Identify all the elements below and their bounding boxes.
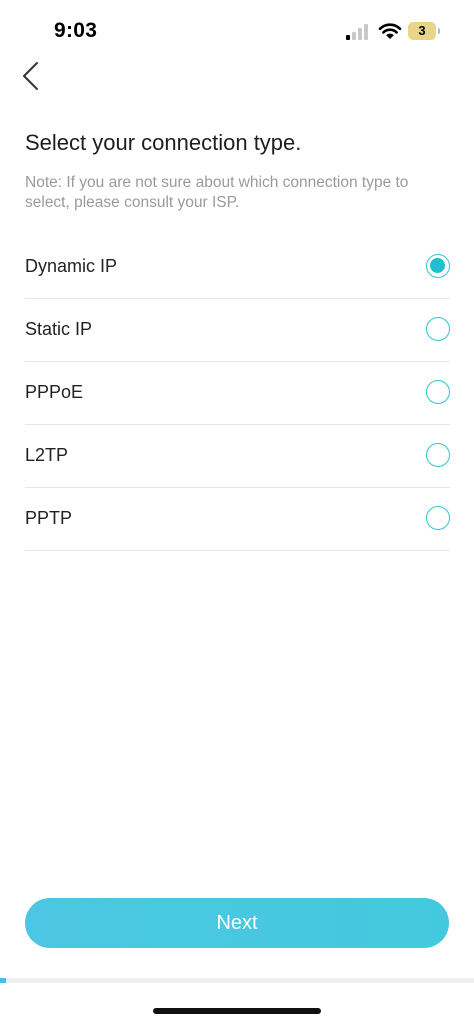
option-static-ip[interactable]: Static IP (25, 299, 450, 362)
option-l2tp[interactable]: L2TP (25, 425, 450, 488)
option-label: Static IP (25, 319, 93, 339)
radio-icon[interactable] (426, 380, 450, 404)
option-label: L2TP (25, 445, 69, 465)
option-pptp[interactable]: PPTP (25, 488, 450, 551)
status-time: 9:03 (54, 19, 98, 42)
wifi-icon (378, 23, 402, 39)
home-indicator[interactable] (153, 1008, 321, 1014)
status-bar: 9:03 3 (0, 0, 474, 60)
next-button[interactable]: Next (25, 898, 449, 948)
option-pppoe[interactable]: PPPoE (25, 362, 450, 425)
battery-tip (438, 28, 440, 34)
back-button[interactable] (12, 56, 52, 96)
page-note: Note: If you are not sure about which co… (25, 174, 409, 211)
chevron-left-icon (23, 62, 38, 90)
setup-progress-bar (0, 978, 474, 983)
option-label: PPTP (25, 508, 73, 528)
connection-type-list: Dynamic IP Static IP PPPoE L2TP PPTP (25, 236, 450, 551)
screen: 9:03 3 Select your connection type. Note… (0, 0, 474, 1025)
option-label: PPPoE (25, 382, 84, 402)
page-title: Select your connection type. (25, 130, 302, 155)
signal-icon (346, 24, 368, 40)
radio-icon[interactable] (426, 317, 450, 341)
option-dynamic-ip[interactable]: Dynamic IP (25, 236, 450, 299)
radio-icon[interactable] (426, 506, 450, 530)
radio-selected-icon[interactable] (426, 254, 450, 278)
setup-progress-fill (0, 978, 6, 983)
radio-icon[interactable] (426, 443, 450, 467)
battery-level: 3 (418, 23, 426, 38)
option-label: Dynamic IP (25, 256, 118, 276)
battery-icon: 3 (408, 22, 440, 40)
